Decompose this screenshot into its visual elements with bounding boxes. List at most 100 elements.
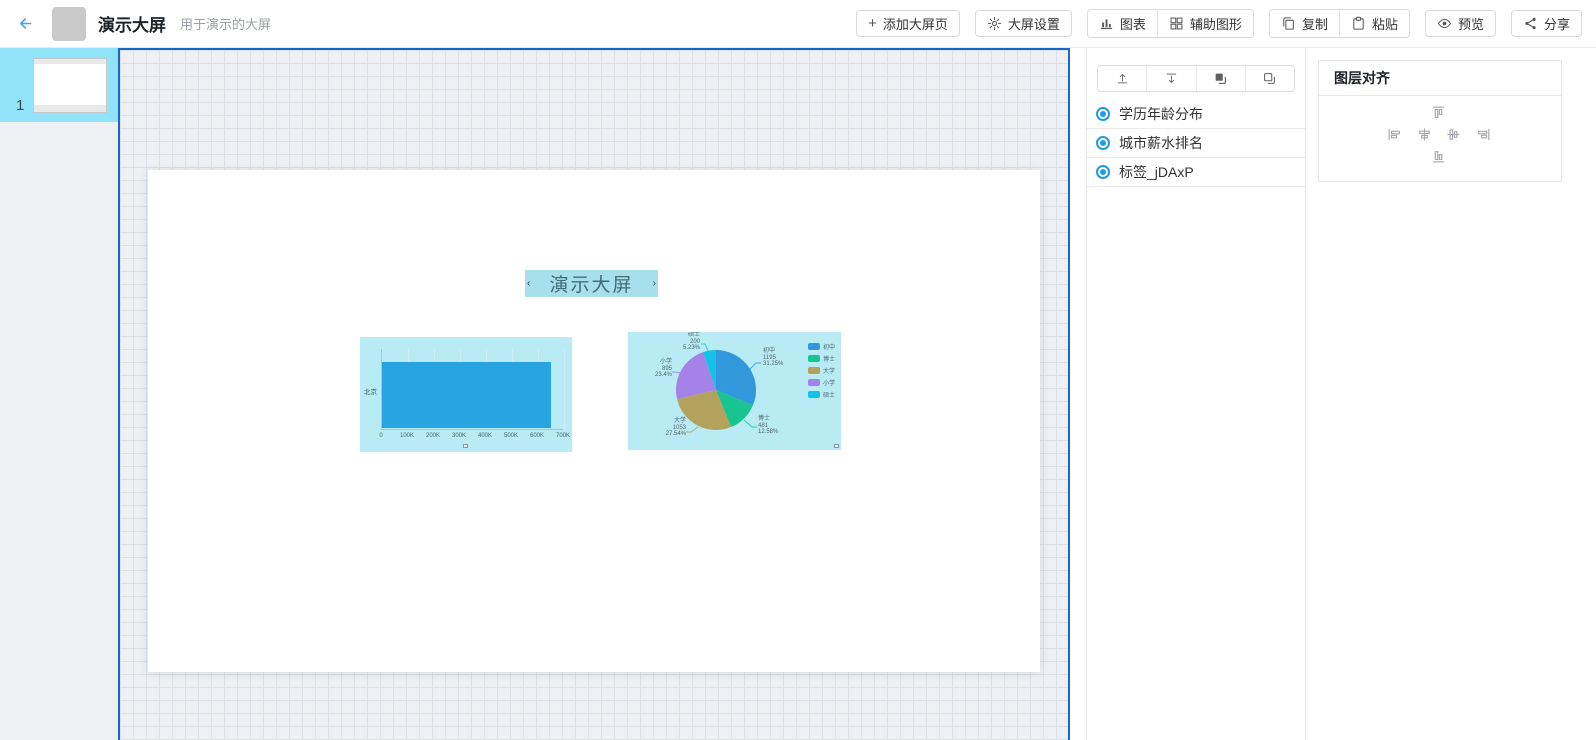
legend-swatch-icon [808,343,820,350]
align-bottom-icon [1431,149,1446,164]
layer-align-title: 图层对齐 [1319,61,1561,96]
bar-chart-x-tick-label: 400K [478,433,492,439]
pie-legend-item[interactable]: 小学 [808,378,841,386]
pie-slice-label: 硕士2005.23% [668,332,700,352]
layer-item[interactable]: 学历年龄分布 [1087,100,1305,129]
bar-chart-x-tick-label: 100K [400,433,414,439]
bar-chart-x-tick-label: 300K [452,433,466,439]
clipboard-button-group: 复制 粘贴 [1269,9,1410,38]
chart-button[interactable]: 图表 [1088,10,1157,37]
thumb-top-strip [34,59,106,64]
layer-item-label: 标签_jDAxP [1119,162,1194,182]
align-right-icon [1476,127,1491,142]
pie-slice-label: 大学105327.54% [652,418,686,438]
move-to-bottom-button[interactable] [1146,66,1195,91]
legend-label: 小学 [823,378,835,387]
bar-chart-plot [381,349,563,430]
layer-item[interactable]: 城市薪水排名 [1087,129,1305,158]
bring-forward-button[interactable] [1196,66,1245,91]
pie-label-leader-line [749,363,761,370]
pie-legend-item[interactable]: 初中 [808,342,841,350]
legend-swatch-icon [808,379,820,386]
thumb-bottom-strip [34,105,106,112]
align-vertical-center-button[interactable] [1446,127,1462,143]
legend-swatch-icon [808,355,820,362]
canvas-title-element[interactable]: ‹ 演示大屏 › [525,270,658,297]
layer-visibility-radio[interactable] [1096,107,1110,121]
align-right-button[interactable] [1476,127,1492,143]
resize-handle-bottom-icon[interactable] [463,444,468,448]
pie-slice-label: 博士48112.58% [758,416,778,436]
legend-swatch-icon [808,367,820,374]
copy-button[interactable]: 复制 [1270,10,1339,37]
page-subtitle: 用于演示的大屏 [180,14,271,33]
back-button[interactable] [12,11,38,37]
add-page-button[interactable]: + 添加大屏页 [856,10,960,37]
pie-chart-element[interactable]: 初中119531.25% 博士48112.58% 大学105327.54% 小学895… [628,332,841,450]
layer-visibility-radio[interactable] [1096,136,1110,150]
header: 演示大屏 用于演示的大屏 + 添加大屏页 大屏设置 图表 [0,0,1596,48]
layer-item-label: 城市薪水排名 [1119,133,1203,153]
slide-surface[interactable]: ‹ 演示大屏 › 北京 0100K200K300K400K500K600K700… [148,170,1040,672]
send-backward-icon [1262,71,1277,86]
bar-chart-element[interactable]: 北京 0100K200K300K400K500K600K700K [360,337,572,452]
bar-chart-bar [382,362,551,428]
bar-chart-x-tick-label: 500K [504,433,518,439]
pie-legend-item[interactable]: 大学 [808,366,841,374]
align-horizontal-center-button[interactable] [1417,127,1433,143]
pie-legend-item[interactable]: 博士 [808,354,841,362]
aux-shape-label: 辅助图形 [1190,14,1242,33]
resize-handle-left-icon[interactable]: ‹ [527,279,530,289]
pie-label-leader-line [686,427,698,432]
bring-forward-icon [1213,71,1228,86]
pie-label-leader-line [744,420,757,427]
copy-icon [1281,16,1296,31]
layer-item[interactable]: 标签_jDAxP [1087,158,1305,187]
bar-chart-gridline [564,349,565,429]
paste-button[interactable]: 粘贴 [1339,10,1409,37]
screen-logo [52,7,86,41]
legend-label: 大学 [823,366,835,375]
align-bottom-button[interactable] [1431,149,1447,165]
pie-slice-label: 初中119531.25% [763,348,783,368]
align-left-button[interactable] [1387,127,1403,143]
screen-settings-label: 大屏设置 [1008,14,1060,33]
plus-icon: + [868,16,877,31]
send-backward-button[interactable] [1245,66,1294,91]
bar-chart-icon [1099,16,1114,31]
move-to-top-button[interactable] [1098,66,1146,91]
pie-slice-label: 小学89523.4% [640,359,672,379]
move-to-bottom-icon [1164,71,1179,86]
header-actions: + 添加大屏页 大屏设置 图表 [856,9,1582,38]
aux-shape-button[interactable]: 辅助图形 [1157,10,1253,37]
preview-button[interactable]: 预览 [1425,10,1496,37]
page-thumbnail-item-selected[interactable]: 1 [0,48,118,122]
layer-align-panel: 图层对齐 [1318,60,1562,182]
eye-icon [1437,16,1452,31]
resize-handle-corner-icon[interactable] [834,444,839,448]
design-canvas[interactable]: ‹ 演示大屏 › 北京 0100K200K300K400K500K600K700… [118,48,1070,740]
share-button[interactable]: 分享 [1511,10,1582,37]
legend-label: 博士 [823,354,835,363]
layer-align-body [1319,96,1561,181]
paste-label: 粘贴 [1372,14,1398,33]
screen-settings-button[interactable]: 大屏设置 [975,10,1072,37]
page-number: 1 [16,97,24,114]
align-top-icon [1431,105,1446,120]
resize-handle-right-icon[interactable]: › [653,279,656,289]
layer-list: 学历年龄分布城市薪水排名标签_jDAxP [1087,100,1305,187]
bar-chart-x-tick-label: 200K [426,433,440,439]
chart-label: 图表 [1120,14,1146,33]
paste-icon [1351,16,1366,31]
move-to-top-icon [1115,71,1130,86]
align-top-button[interactable] [1431,105,1447,121]
pie-legend-item[interactable]: 硕士 [808,390,841,398]
page-thumbnail-rail: 1 [0,48,118,740]
pie-label-leader-line [672,372,681,373]
layer-visibility-radio[interactable] [1096,165,1110,179]
gear-icon [987,16,1002,31]
page-thumbnail-preview[interactable] [33,58,107,113]
align-left-icon [1387,127,1402,142]
pie-chart-legend: 初中博士大学小学硕士 [808,342,841,402]
page-title: 演示大屏 [98,11,166,36]
